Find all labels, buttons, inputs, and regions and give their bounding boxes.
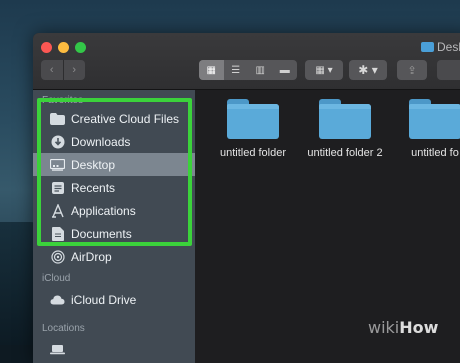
folder-item[interactable]: untitled fo (390, 99, 460, 159)
documents-icon (50, 226, 65, 241)
folder-icon (421, 42, 434, 52)
airdrop-icon (50, 249, 65, 264)
sidebar: Favorites Creative Cloud Files Downloads… (33, 90, 195, 363)
favorites-header: Favorites (42, 95, 84, 106)
title-bar: Desk ‹ › ▦ ☰ ▥ ▬ ▦ ▾ ✱ ▾ ⇪ (33, 33, 460, 90)
nav-buttons: ‹ › (41, 60, 85, 80)
cloud-icon (50, 292, 65, 307)
finder-window: Desk ‹ › ▦ ☰ ▥ ▬ ▦ ▾ ✱ ▾ ⇪ Favorites (33, 33, 460, 363)
sidebar-item-airdrop[interactable]: AirDrop (33, 245, 195, 268)
folder-icon (319, 99, 371, 139)
sidebar-item-documents[interactable]: Documents (33, 222, 195, 245)
zoom-button[interactable] (75, 42, 86, 53)
folder-item[interactable]: untitled folder (208, 99, 298, 159)
icon-view-button[interactable]: ▦ (199, 60, 224, 80)
group-by-button[interactable]: ▦ ▾ (305, 60, 343, 80)
sidebar-item-applications[interactable]: Applications (33, 199, 195, 222)
desktop-icon (50, 157, 65, 172)
icloud-header: iCloud (42, 273, 71, 284)
applications-icon (50, 203, 65, 218)
sidebar-item-label: Downloads (71, 134, 131, 149)
sidebar-item-icloud-drive[interactable]: iCloud Drive (33, 288, 195, 311)
share-button[interactable]: ⇪ (397, 60, 427, 80)
recents-icon (50, 180, 65, 195)
folder-name: untitled folder 2 (307, 147, 383, 159)
folder-item[interactable]: untitled folder 2 (300, 99, 390, 159)
column-view-button[interactable]: ▥ (248, 60, 273, 80)
sidebar-item-label: Desktop (71, 157, 116, 172)
sidebar-item-label: Documents (71, 226, 132, 241)
group-by-icon: ▦ (315, 64, 325, 76)
share-icon: ⇪ (407, 64, 417, 77)
window-title: Desk (437, 40, 460, 54)
sidebar-item-label: iCloud Drive (71, 292, 137, 307)
laptop-icon (50, 342, 65, 357)
chevron-down-icon: ▾ (327, 64, 333, 76)
sidebar-item-label: Recents (71, 180, 116, 195)
folder-icon (227, 99, 279, 139)
list-view-button[interactable]: ☰ (224, 60, 249, 80)
watermark-how: How (399, 318, 439, 337)
sidebar-item-creative-cloud-files[interactable]: Creative Cloud Files (33, 107, 195, 130)
downloads-icon (50, 134, 65, 149)
watermark-wiki: wiki (368, 318, 400, 337)
sidebar-item-label: Creative Cloud Files (71, 111, 180, 126)
wikihow-watermark: wikiHow (368, 318, 438, 337)
sidebar-item-location[interactable] (33, 338, 195, 361)
minimize-button[interactable] (58, 42, 69, 53)
locations-header: Locations (42, 323, 85, 334)
tag-button[interactable] (437, 60, 460, 80)
sidebar-item-downloads[interactable]: Downloads (33, 130, 195, 153)
chevron-down-icon: ▾ (371, 63, 378, 77)
gallery-view-button[interactable]: ▬ (273, 60, 298, 80)
folder-name: untitled folder (219, 147, 287, 159)
gear-icon: ✱ (358, 63, 369, 77)
view-mode-control: ▦ ☰ ▥ ▬ (199, 60, 297, 80)
folder-name: untitled fo (411, 147, 459, 159)
back-button[interactable]: ‹ (41, 64, 63, 76)
sidebar-item-desktop[interactable]: Desktop (33, 153, 195, 176)
sidebar-item-recents[interactable]: Recents (33, 176, 195, 199)
sidebar-item-label: AirDrop (71, 249, 112, 264)
folder-icon (50, 111, 65, 126)
action-button[interactable]: ✱ ▾ (349, 60, 387, 80)
sidebar-item-label: Applications (71, 203, 136, 218)
forward-button[interactable]: › (64, 64, 86, 76)
close-button[interactable] (41, 42, 52, 53)
folder-icon (409, 99, 460, 139)
